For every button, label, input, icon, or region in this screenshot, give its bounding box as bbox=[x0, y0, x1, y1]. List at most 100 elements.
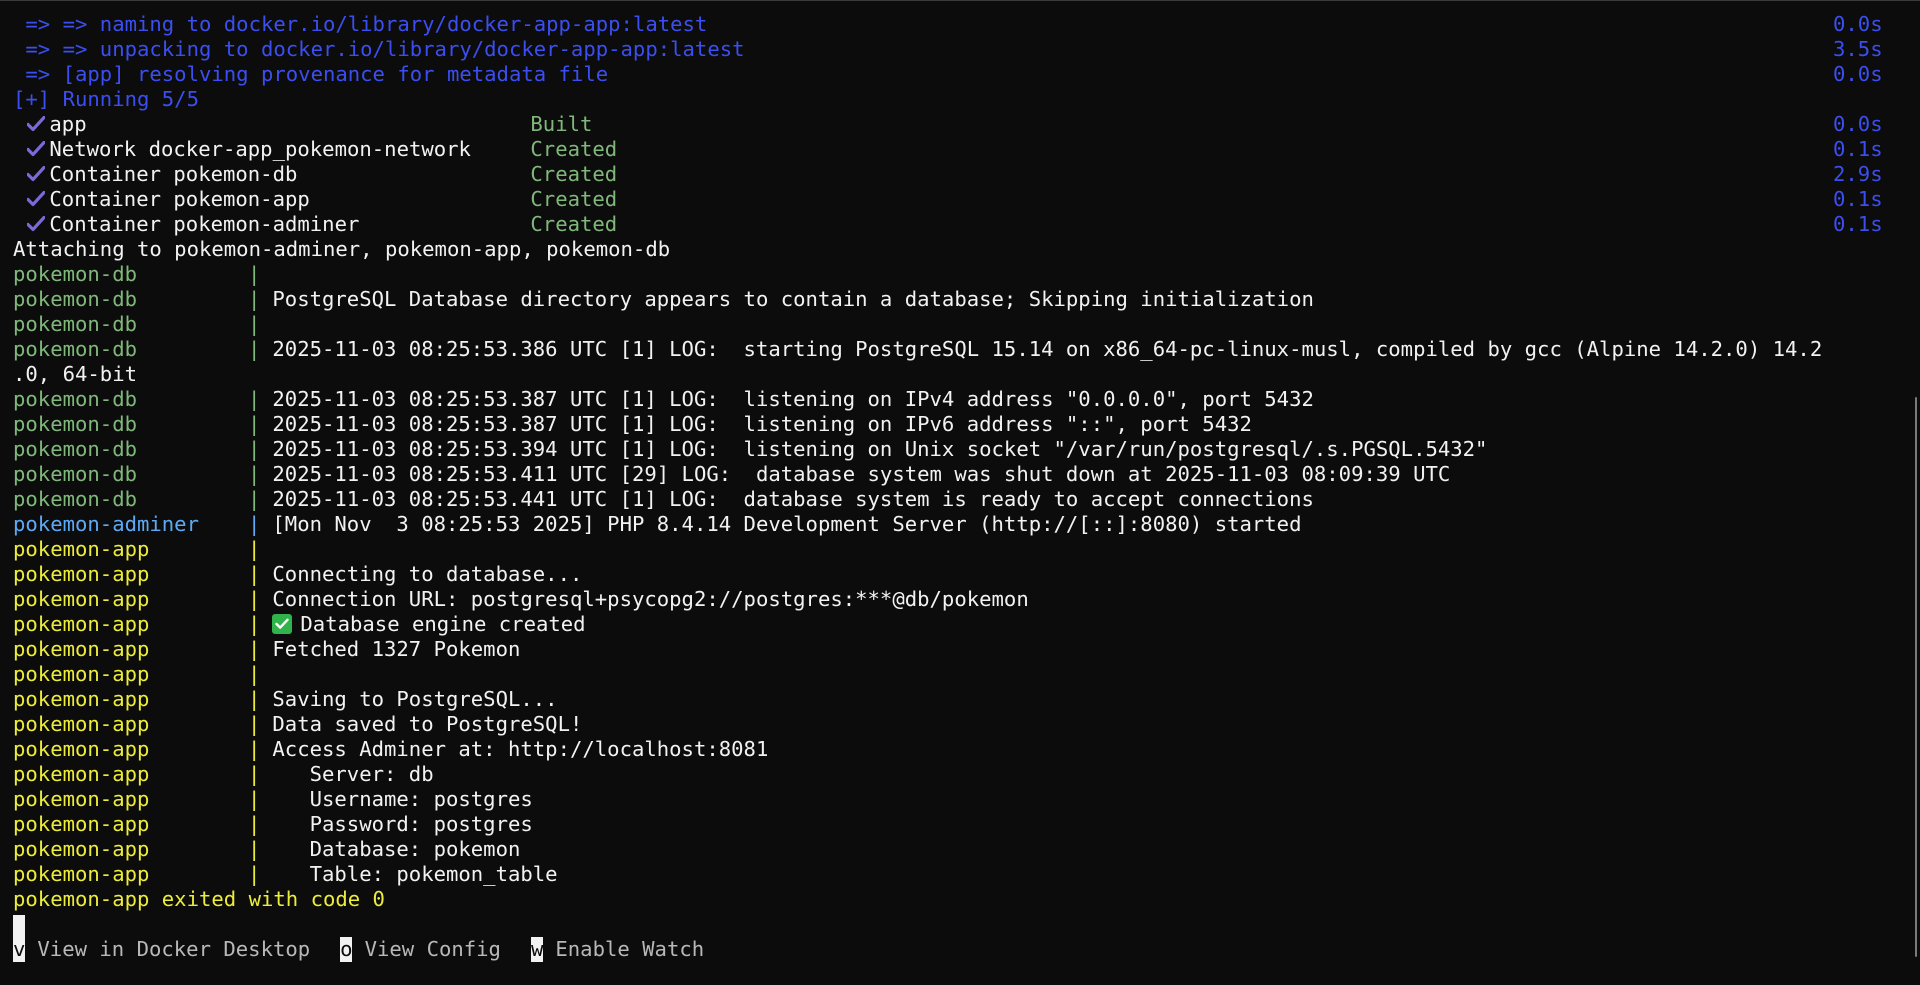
log-separator: | bbox=[248, 762, 261, 786]
log-line: pokemon-db | bbox=[13, 312, 1893, 337]
log-service-name: pokemon-app bbox=[13, 662, 150, 686]
view-config-key[interactable]: o bbox=[340, 937, 353, 962]
log-message-text: Username: postgres bbox=[272, 787, 533, 811]
log-separator: | bbox=[248, 387, 261, 411]
view-config-option[interactable]: o View Config bbox=[340, 937, 501, 962]
log-message-text: Database: pokemon bbox=[272, 837, 521, 861]
log-line: pokemon-db | 2025-11-03 08:25:53.386 UTC … bbox=[13, 337, 1893, 362]
log-message: PostgreSQL Database directory appears to… bbox=[260, 287, 1313, 311]
status-item-state: Created bbox=[530, 212, 618, 236]
log-line: pokemon-db | 2025-11-03 08:25:53.411 UTC … bbox=[13, 462, 1893, 487]
log-line: pokemon-app | Connecting to database... bbox=[13, 562, 1893, 587]
build-line: => => naming to docker.io/library/docker… bbox=[13, 12, 1893, 37]
log-message: [Mon Nov 3 08:25:53 2025] PHP 8.4.14 Dev… bbox=[260, 512, 1301, 536]
log-line: pokemon-app | bbox=[13, 537, 1893, 562]
log-line: pokemon-db | 2025-11-03 08:25:53.441 UTC … bbox=[13, 487, 1893, 512]
view-config-label[interactable]: View Config bbox=[352, 937, 501, 961]
log-line-wrap: .0, 64-bit bbox=[13, 362, 137, 386]
log-line: pokemon-app | Connection URL: postgresql+… bbox=[13, 587, 1893, 612]
log-message: 2025-11-03 08:25:53.394 UTC [1] LOG: lis… bbox=[260, 437, 1487, 461]
log-service-name: pokemon-db bbox=[13, 487, 137, 511]
enable-watch-label[interactable]: Enable Watch bbox=[543, 937, 704, 961]
status-item: Network docker-app_pokemon-network Create… bbox=[13, 137, 1893, 162]
log-message-text: Saving to PostgreSQL... bbox=[272, 687, 558, 711]
log-message: Database: pokemon bbox=[260, 837, 521, 861]
status-item-state: Created bbox=[530, 137, 618, 161]
status-indent bbox=[13, 112, 25, 136]
build-duration: 0.0s bbox=[1833, 12, 1883, 36]
status-item-state: Built bbox=[530, 112, 593, 136]
log-line: pokemon-app | Database: pokemon bbox=[13, 837, 1893, 862]
log-separator: | bbox=[248, 437, 261, 461]
log-message-text: Access Adminer at: http://localhost:8081 bbox=[272, 737, 769, 761]
status-item-duration: 0.1s bbox=[1833, 137, 1883, 161]
log-message: Fetched 1327 Pokemon bbox=[260, 637, 520, 661]
status-item: app Built 0.0s bbox=[13, 112, 1893, 137]
status-indent bbox=[13, 137, 25, 161]
log-service-name: pokemon-app bbox=[13, 537, 150, 561]
log-service-name: pokemon-db bbox=[13, 462, 137, 486]
terminal-window[interactable]: => => naming to docker.io/library/docker… bbox=[0, 0, 1920, 985]
log-message-text: Server: db bbox=[272, 762, 434, 786]
view-in-docker-desktop-key[interactable]: v bbox=[13, 937, 25, 962]
log-message: Saving to PostgreSQL... bbox=[260, 687, 558, 711]
log-message-text: [Mon Nov 3 08:25:53 2025] PHP 8.4.14 Dev… bbox=[272, 512, 1302, 536]
enable-watch-key[interactable]: w bbox=[530, 937, 543, 962]
status-item-state: Created bbox=[530, 162, 618, 186]
log-line: pokemon-db | 2025-11-03 08:25:53.387 UTC … bbox=[13, 387, 1893, 412]
check-mark-icon bbox=[25, 112, 49, 137]
enable-watch-option[interactable]: w Enable Watch bbox=[530, 937, 704, 962]
log-message-text: Table: pokemon_table bbox=[272, 862, 558, 886]
log-message: 2025-11-03 08:25:53.411 UTC [29] LOG: da… bbox=[260, 462, 1450, 486]
log-message: 2025-11-03 08:25:53.441 UTC [1] LOG: dat… bbox=[260, 487, 1314, 511]
build-line-text: => [app] resolving provenance for metada… bbox=[13, 62, 609, 86]
log-separator: | bbox=[248, 462, 261, 486]
log-message bbox=[260, 662, 272, 686]
log-service-name: pokemon-app bbox=[13, 612, 150, 636]
log-line: pokemon-app | Table: pokemon_table bbox=[13, 862, 1893, 887]
log-service-name: pokemon-app bbox=[13, 687, 150, 711]
log-message: Access Adminer at: http://localhost:8081 bbox=[260, 737, 768, 761]
check-mark-icon bbox=[25, 137, 49, 162]
status-item-name: Container pokemon-app bbox=[49, 187, 310, 211]
log-line: pokemon-app | Database engine created bbox=[13, 612, 1893, 637]
log-separator: | bbox=[248, 687, 261, 711]
log-message-text: 2025-11-03 08:25:53.441 UTC [1] LOG: dat… bbox=[272, 487, 1314, 511]
log-message: 2025-11-03 08:25:53.386 UTC [1] LOG: sta… bbox=[260, 337, 1822, 361]
log-separator: | bbox=[248, 487, 261, 511]
log-service-name: pokemon-db bbox=[13, 287, 137, 311]
log-message bbox=[260, 312, 272, 336]
log-line: pokemon-db | 2025-11-03 08:25:53.394 UTC … bbox=[13, 437, 1893, 462]
log-message: 2025-11-03 08:25:53.387 UTC [1] LOG: lis… bbox=[260, 387, 1313, 411]
log-message-text: 2025-11-03 08:25:53.386 UTC [1] LOG: sta… bbox=[272, 337, 1823, 361]
log-separator: | bbox=[248, 512, 261, 536]
status-item: Container pokemon-adminer Created 0.1s bbox=[13, 212, 1893, 237]
log-service-name: pokemon-app bbox=[13, 712, 150, 736]
log-message: Database engine created bbox=[260, 612, 586, 636]
log-line: pokemon-db | PostgreSQL Database director… bbox=[13, 287, 1893, 312]
log-message: Table: pokemon_table bbox=[260, 862, 558, 886]
log-line: pokemon-db | 2025-11-03 08:25:53.387 UTC … bbox=[13, 412, 1893, 437]
build-line: => [app] resolving provenance for metada… bbox=[13, 62, 1893, 87]
status-indent bbox=[13, 212, 25, 236]
status-indent bbox=[13, 162, 25, 186]
log-separator: | bbox=[248, 862, 261, 886]
status-item-duration: 0.0s bbox=[1833, 112, 1883, 136]
log-separator: | bbox=[248, 662, 261, 686]
log-separator: | bbox=[248, 712, 261, 736]
log-line: pokemon-app | Server: db bbox=[13, 762, 1893, 787]
build-line-text: => => unpacking to docker.io/library/doc… bbox=[13, 37, 745, 61]
build-duration: 0.0s bbox=[1833, 62, 1883, 86]
log-service-name: pokemon-adminer bbox=[13, 512, 199, 536]
view-in-docker-desktop-label[interactable]: View in Docker Desktop bbox=[25, 937, 310, 961]
log-separator: | bbox=[248, 737, 261, 761]
status-item-name: Container pokemon-adminer bbox=[49, 212, 360, 236]
terminal-cursor bbox=[13, 915, 25, 937]
scrollbar-thumb[interactable] bbox=[1915, 397, 1917, 957]
log-message-text: 2025-11-03 08:25:53.387 UTC [1] LOG: lis… bbox=[272, 412, 1252, 436]
build-duration: 3.5s bbox=[1833, 37, 1883, 61]
build-line: => => unpacking to docker.io/library/doc… bbox=[13, 37, 1893, 62]
log-separator: | bbox=[248, 612, 261, 636]
running-header: [+] Running 5/5 bbox=[13, 87, 199, 111]
view-in-docker-desktop-option[interactable]: v View in Docker Desktop bbox=[13, 937, 310, 962]
